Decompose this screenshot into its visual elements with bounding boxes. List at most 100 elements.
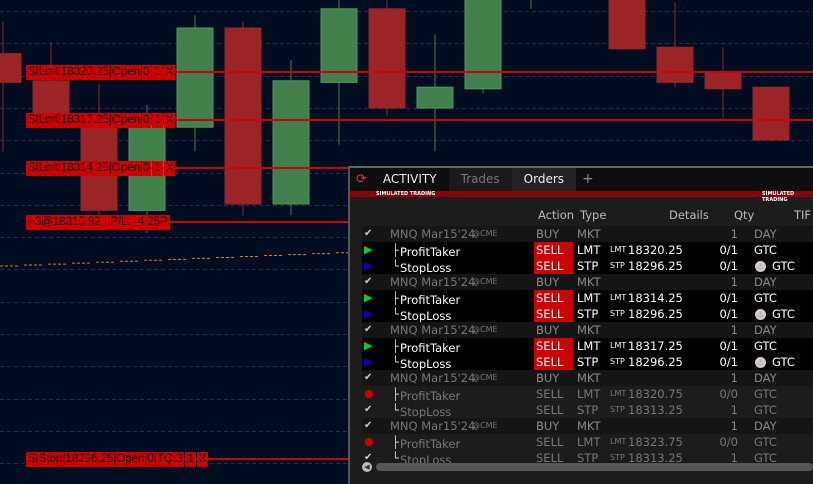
details-prefix: LMT [610,341,627,350]
order-details: 18296.25 [628,307,683,321]
order-type: MKT [577,323,601,337]
tree-connector: └ [392,307,399,321]
details-prefix: STP [610,405,625,414]
candle-body [704,72,742,90]
tree-connector: └ [392,355,399,369]
order-action: BUY [536,419,560,433]
scrollbar-thumb[interactable] [376,463,813,471]
order-qty: 0/1 [719,355,738,369]
contract-name: MNQ Mar15'24 [390,323,476,337]
order-row[interactable]: ▶ ├ ProfitTaker SELL LMT LMT 18320.25 0/1 GTC [362,242,813,259]
order-row[interactable]: ▶ └ StopLoss SELL STP STP 18296.25 0/1 ⚠ GTC [362,306,813,323]
horizontal-scrollbar[interactable]: ◀ [362,462,813,472]
details-prefix: LMT [610,245,627,254]
status-check-icon: ✔ [364,276,373,287]
tree-connector: ├ [392,435,399,449]
col-details[interactable]: Details [669,208,709,222]
column-headers: Action Type Details Qty TIF [350,208,813,224]
exchange: @CME [472,325,498,334]
order-qty: 1 [730,403,738,417]
warning-icon: ⚠ [755,261,766,272]
tab-orders[interactable]: Orders [511,168,577,191]
warning-icon: ⚠ [755,357,766,368]
cancel-order-button[interactable]: X [163,161,176,176]
order-qty[interactable]: 1 [152,161,163,176]
order-type: MKT [577,275,601,289]
order-info: S|Lmt|18320.25|Open|0 [26,65,152,80]
order-row[interactable]: ● ├ ProfitTaker SELL LMT LMT 18320.75 0/0 GTC [362,386,813,403]
warning-icon: ⚠ [755,309,766,320]
col-type[interactable]: Type [580,208,606,222]
order-qty[interactable]: 1 [152,113,163,128]
cancel-order-button[interactable]: X [163,65,176,80]
order-label[interactable]: S|Lmt|18314.25|Open|0 1 X [26,161,176,176]
order-row[interactable]: ✔ MNQ Mar15'24 @CME BUY MKT 1 DAY [362,274,813,290]
details-prefix: LMT [610,389,627,398]
panel-tabs: ⟳ ACTIVITY Trades Orders + [350,168,813,191]
order-info: +3@18310.92 | P/L: -4.25P [26,215,170,230]
tab-activity[interactable]: ACTIVITY [371,168,449,191]
order-action: BUY [536,323,560,337]
tree-connector: ├ [392,339,399,353]
order-row[interactable]: ▶ └ StopLoss SELL STP STP 18296.25 0/1 ⚠ GTC [362,258,813,275]
tree-connector: ├ [392,243,399,257]
order-row[interactable]: ▶ ├ ProfitTaker SELL LMT LMT 18317.25 0/1 GTC [362,338,813,355]
order-qty: 0/0 [719,387,738,401]
order-row[interactable]: ▶ ├ ProfitTaker SELL LMT LMT 18314.25 0/1 GTC [362,290,813,307]
details-prefix: STP [610,357,625,366]
banner-text: SIMULATED TRADING [762,191,795,203]
order-action: BUY [536,275,560,289]
order-label[interactable]: S|Lmt|18317.25|Open|0 1 X [26,113,176,128]
order-label[interactable]: S|Lmt|18320.25|Open|0 1 X [26,65,176,80]
order-row[interactable]: ✔ MNQ Mar15'24 @CME BUY MKT 1 DAY [362,418,813,434]
order-row[interactable]: ✔ MNQ Mar15'24 @CME BUY MKT 1 DAY [362,226,813,242]
add-tab-button[interactable]: + [576,168,600,191]
candle-body [656,46,694,83]
order-qty[interactable]: 1 [152,65,163,80]
col-action[interactable]: Action [538,208,574,222]
order-tif: DAY [754,275,777,289]
order-row[interactable]: ● ├ ProfitTaker SELL LMT LMT 18323.75 0/0 GTC [362,434,813,451]
order-qty: 0/1 [719,291,738,305]
col-qty[interactable]: Qty [734,208,754,222]
order-action: SELL [534,242,573,258]
col-tif[interactable]: TIF [794,208,811,222]
order-qty[interactable]: 1 [185,452,196,467]
position-label[interactable]: +3@18310.92 | P/L: -4.25P [26,215,171,230]
order-tif: GTC [754,339,777,353]
order-row[interactable]: ✔ └ StopLoss SELL STP STP 18313.25 1 GTC [362,402,813,419]
candle-body [224,27,262,205]
tab-trades[interactable]: Trades [448,168,512,191]
order-row[interactable]: ✔ MNQ Mar15'24 @CME BUY MKT 1 DAY [362,322,813,338]
order-label[interactable]: S|Stop|18296.25|Open|0|TQ:3 1 X [26,452,209,467]
order-action: BUY [536,371,560,385]
order-action: SELL [534,258,573,274]
order-info: S|Lmt|18314.25|Open|0 [26,161,152,176]
status-check-icon: ✔ [364,404,373,415]
cancel-order-button[interactable]: X [196,452,209,467]
scroll-left-button[interactable]: ◀ [362,462,372,472]
order-type: LMT [577,435,601,449]
stop-loss-flag-icon: ▶ [364,355,373,368]
order-type: STP [577,355,599,369]
candle-body [272,80,310,205]
order-row[interactable]: ✔ MNQ Mar15'24 @CME BUY MKT 1 DAY [362,370,813,386]
candle-body [608,0,646,50]
order-qty: 1 [730,371,738,385]
candle-body [416,86,454,109]
order-details: 18323.75 [628,435,683,449]
tree-connector: ├ [392,291,399,305]
order-action: SELL [534,338,573,354]
status-check-icon: ✔ [364,420,373,431]
order-action: SELL [536,403,564,417]
order-type: LMT [577,243,601,257]
status-check-icon: ✔ [364,372,373,383]
tree-connector: ├ [392,387,399,401]
order-type: MKT [577,371,601,385]
order-details: 18296.25 [628,259,683,273]
order-qty: 1 [730,419,738,433]
order-type: MKT [577,227,601,241]
cancel-order-button[interactable]: X [163,113,176,128]
order-details: 18320.25 [628,243,683,257]
order-row[interactable]: ▶ └ StopLoss SELL STP STP 18296.25 0/1 ⚠ GTC [362,354,813,371]
